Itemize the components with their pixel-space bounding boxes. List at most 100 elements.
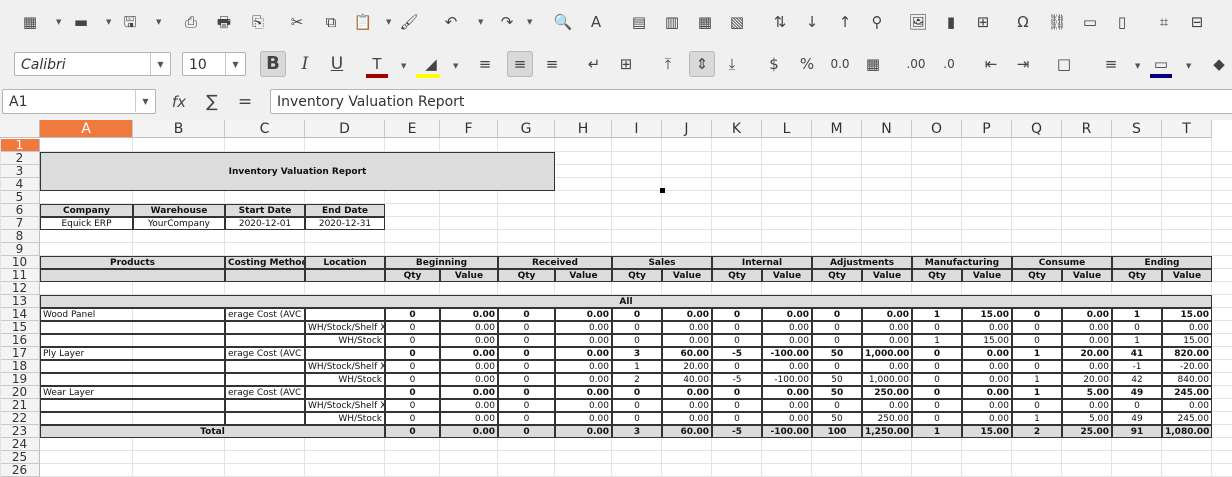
save-icon[interactable]: 🖫 — [119, 11, 141, 33]
print-preview-icon[interactable]: ⎘ — [247, 11, 269, 33]
currency-icon[interactable]: $ — [763, 53, 785, 75]
decrease-indent-icon[interactable]: ⇥ — [1012, 53, 1034, 75]
font-name-dropdown-icon[interactable]: ▼ — [150, 53, 170, 75]
freeze-icon[interactable]: ⊟ — [1186, 11, 1208, 33]
toolbar-dropdown-icon[interactable]: ▼ — [453, 62, 458, 70]
percent-icon[interactable]: % — [796, 53, 818, 75]
column-header-H[interactable]: H — [555, 120, 612, 138]
column-header-C[interactable]: C — [225, 120, 305, 138]
insert-chart-icon[interactable]: ▮ — [940, 11, 962, 33]
italic-icon[interactable]: I — [294, 53, 316, 75]
align-right-icon[interactable]: ≡ — [541, 53, 563, 75]
font-size-box[interactable]: 10 ▼ — [182, 52, 246, 76]
insert-image-icon[interactable]: 🖼 — [907, 11, 929, 33]
toolbar-dropdown-icon[interactable]: ▼ — [106, 18, 111, 26]
row-header-26[interactable]: 26 — [0, 464, 40, 477]
formula-input[interactable]: Inventory Valuation Report — [270, 89, 1232, 114]
comment-icon[interactable]: ▭ — [1079, 11, 1101, 33]
column-header-K[interactable]: K — [712, 120, 762, 138]
formula-icon[interactable]: = — [234, 91, 256, 113]
toolbar-dropdown-icon[interactable]: ▼ — [156, 18, 161, 26]
sum-icon[interactable]: ∑ — [201, 91, 223, 113]
toolbar-dropdown-icon[interactable]: ▼ — [386, 18, 391, 26]
define-print-area-icon[interactable]: ⌗ — [1153, 11, 1175, 33]
column-header-F[interactable]: F — [440, 120, 498, 138]
insert-rows-icon[interactable]: ▦ — [694, 11, 716, 33]
find-replace-icon[interactable]: 🔍 — [552, 11, 574, 33]
column-header-J[interactable]: J — [662, 120, 712, 138]
merge-cells-icon[interactable]: ⊞ — [615, 53, 637, 75]
align-left-icon[interactable]: ≡ — [474, 53, 496, 75]
spreadsheet-icon[interactable]: ▦ — [19, 11, 41, 33]
border-style-icon[interactable]: ≡ — [1100, 53, 1122, 75]
spelling-icon[interactable]: A — [585, 11, 607, 33]
center-vertically-icon[interactable]: ⇕ — [689, 51, 715, 77]
column-header-A[interactable]: A — [40, 120, 133, 138]
toolbar-dropdown-icon[interactable]: ▼ — [1186, 62, 1191, 70]
sort-icon[interactable]: ⇅ — [769, 11, 791, 33]
column-header-M[interactable]: M — [812, 120, 862, 138]
align-bottom-icon[interactable]: ⤓ — [721, 53, 743, 75]
toolbar-dropdown-icon[interactable]: ▼ — [527, 18, 532, 26]
toolbar-dropdown-icon[interactable]: ▼ — [1135, 62, 1140, 70]
align-center-icon[interactable]: ≡ — [507, 51, 533, 77]
column-header-I[interactable]: I — [612, 120, 662, 138]
redo-icon[interactable]: ↷ — [496, 11, 518, 33]
highlight-icon[interactable]: ◢ — [420, 53, 442, 75]
conditional-icon[interactable]: ◆ — [1208, 53, 1230, 75]
column-header-E[interactable]: E — [385, 120, 440, 138]
column-header-Q[interactable]: Q — [1012, 120, 1062, 138]
delete-decimal-icon[interactable]: .0 — [938, 53, 960, 75]
bold-icon[interactable]: B — [260, 51, 286, 77]
autofilter-icon[interactable]: ⚲ — [866, 11, 888, 33]
row-icon[interactable]: ▤ — [628, 11, 650, 33]
undo-icon[interactable]: ↶ — [440, 11, 462, 33]
paste-icon[interactable]: 📋 — [352, 11, 374, 33]
column-header-G[interactable]: G — [498, 120, 555, 138]
date-format-icon[interactable]: ▦ — [862, 53, 884, 75]
special-character-icon[interactable]: Ω — [1012, 11, 1034, 33]
hyperlink-icon[interactable]: ⛓ — [1046, 11, 1068, 33]
column-header-B[interactable]: B — [133, 120, 225, 138]
toolbar-dropdown-icon[interactable]: ▼ — [478, 18, 483, 26]
font-color-icon[interactable]: T — [366, 53, 388, 75]
clone-formatting-icon[interactable]: 🖌 — [398, 11, 420, 33]
column-header-R[interactable]: R — [1062, 120, 1112, 138]
print-icon[interactable]: 🖶 — [213, 11, 235, 33]
borders-icon[interactable]: □ — [1053, 53, 1075, 75]
column-header-L[interactable]: L — [762, 120, 812, 138]
toolbar-dropdown-icon[interactable]: ▼ — [56, 18, 61, 26]
column-header-O[interactable]: O — [912, 120, 962, 138]
export-pdf-icon[interactable]: ⎙ — [180, 11, 202, 33]
insert-columns-icon[interactable]: ▧ — [726, 11, 748, 33]
copy-icon[interactable]: ⧉ — [320, 11, 342, 33]
font-size-dropdown-icon[interactable]: ▼ — [225, 53, 245, 75]
border-color-icon[interactable]: ▭ — [1150, 53, 1172, 75]
underline-icon[interactable]: U — [326, 53, 348, 75]
open-folder-icon[interactable]: ▬ — [70, 11, 92, 33]
cut-icon[interactable]: ✂ — [286, 11, 308, 33]
sort-descending-icon[interactable]: ↑ — [834, 11, 856, 33]
column-header-D[interactable]: D — [305, 120, 385, 138]
select-all-corner[interactable] — [0, 120, 40, 138]
column-header-P[interactable]: P — [962, 120, 1012, 138]
column-icon[interactable]: ▥ — [661, 11, 683, 33]
cell-cursor-handle[interactable] — [660, 188, 665, 193]
function-wizard-icon[interactable]: fx — [168, 91, 190, 113]
increase-indent-icon[interactable]: ⇤ — [980, 53, 1002, 75]
name-box[interactable]: A1 ▼ — [2, 89, 156, 114]
name-box-dropdown-icon[interactable]: ▼ — [135, 90, 155, 112]
add-decimal-icon[interactable]: .00 — [905, 53, 927, 75]
sort-ascending-icon[interactable]: ↓ — [801, 11, 823, 33]
headers-footers-icon[interactable]: ▯ — [1111, 11, 1133, 33]
toolbar-dropdown-icon[interactable]: ▼ — [401, 62, 406, 70]
pivot-table-icon[interactable]: ⊞ — [972, 11, 994, 33]
column-header-N[interactable]: N — [862, 120, 912, 138]
wrap-text-icon[interactable]: ↵ — [583, 53, 605, 75]
column-header-S[interactable]: S — [1112, 120, 1162, 138]
spreadsheet-grid[interactable]: A B C D E F G H I J K L M N O P Q R S T 1 2 3 4 5 6 7 8 9 10 11 12 13 14 1… — [0, 120, 1232, 477]
number-format-icon[interactable]: 0.0 — [829, 53, 851, 75]
align-top-icon[interactable]: ⤒ — [657, 53, 679, 75]
column-header-T[interactable]: T — [1162, 120, 1212, 138]
font-name-box[interactable]: Calibri ▼ — [14, 52, 171, 76]
